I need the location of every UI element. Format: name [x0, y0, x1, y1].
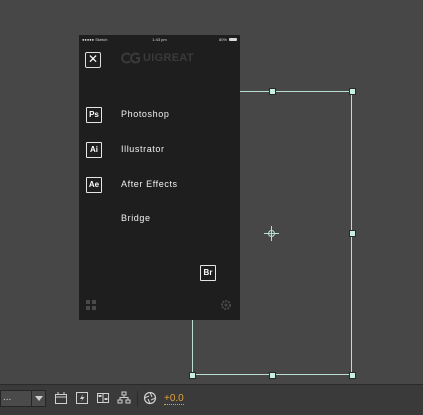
brand-logo: UIGREAT [121, 51, 194, 65]
transparency-grid-icon[interactable] [96, 391, 110, 405]
menu-item-after-effects[interactable]: Ae After Effects [79, 174, 240, 196]
menu-item-bridge[interactable]: Bridge [79, 208, 240, 230]
menu-label-illustrator: Illustrator [121, 144, 165, 154]
pivot-crosshair-icon[interactable] [264, 226, 279, 241]
bridge-badge-icon[interactable]: Br [200, 265, 216, 281]
bbox-handle-top-right[interactable] [349, 88, 356, 95]
bbox-handle-bottom-left[interactable] [189, 372, 196, 379]
dropdown-arrow-icon [31, 391, 45, 406]
status-battery: 80% [219, 37, 237, 42]
exposure-value[interactable]: +0.0 [164, 393, 184, 405]
menu-label-after-effects: After Effects [121, 179, 178, 189]
close-button[interactable]: ✕ [85, 52, 101, 68]
magnification-dropdown[interactable]: ... [0, 390, 46, 407]
menu-label-bridge: Bridge [121, 213, 151, 223]
bbox-handle-middle-right[interactable] [349, 230, 356, 237]
region-icon[interactable] [54, 391, 68, 405]
logo-text: UIGREAT [143, 52, 194, 64]
after-effects-badge-icon: Ae [86, 177, 102, 193]
bbox-left-edge[interactable] [192, 320, 193, 375]
battery-percent: 80% [218, 37, 227, 42]
bbox-handle-bottom-center[interactable] [269, 372, 276, 379]
fast-preview-icon[interactable] [75, 391, 89, 405]
grid-icon[interactable] [86, 300, 96, 310]
bbox-handle-top-center[interactable] [269, 88, 276, 95]
logo-mark-icon [121, 52, 140, 64]
viewer-toolbar: ... +0.0 [0, 384, 423, 415]
close-icon: ✕ [87, 52, 99, 66]
bbox-top-edge[interactable] [240, 91, 352, 92]
illustrator-badge-icon: Ai [86, 142, 102, 158]
exposure-shutter-icon[interactable] [143, 391, 157, 405]
battery-icon [229, 38, 237, 41]
menu-label-photoshop: Photoshop [121, 109, 170, 119]
status-time: 1:43 pm [152, 37, 167, 42]
flowchart-icon[interactable] [117, 391, 131, 405]
toolbar-separator [137, 391, 138, 407]
photoshop-badge-icon: Ps [86, 107, 102, 123]
menu-item-photoshop[interactable]: Ps Photoshop [79, 104, 240, 126]
status-bar: ●●●●● Sketch 1:43 pm 80% [79, 35, 240, 43]
gear-icon[interactable] [221, 300, 231, 310]
dropdown-value: ... [3, 392, 12, 403]
menu-item-illustrator[interactable]: Ai Illustrator [79, 139, 240, 161]
bbox-handle-bottom-right[interactable] [349, 372, 356, 379]
phone-mockup[interactable]: ●●●●● Sketch 1:43 pm 80% ✕ UIGREAT Ps Ph… [79, 35, 240, 320]
